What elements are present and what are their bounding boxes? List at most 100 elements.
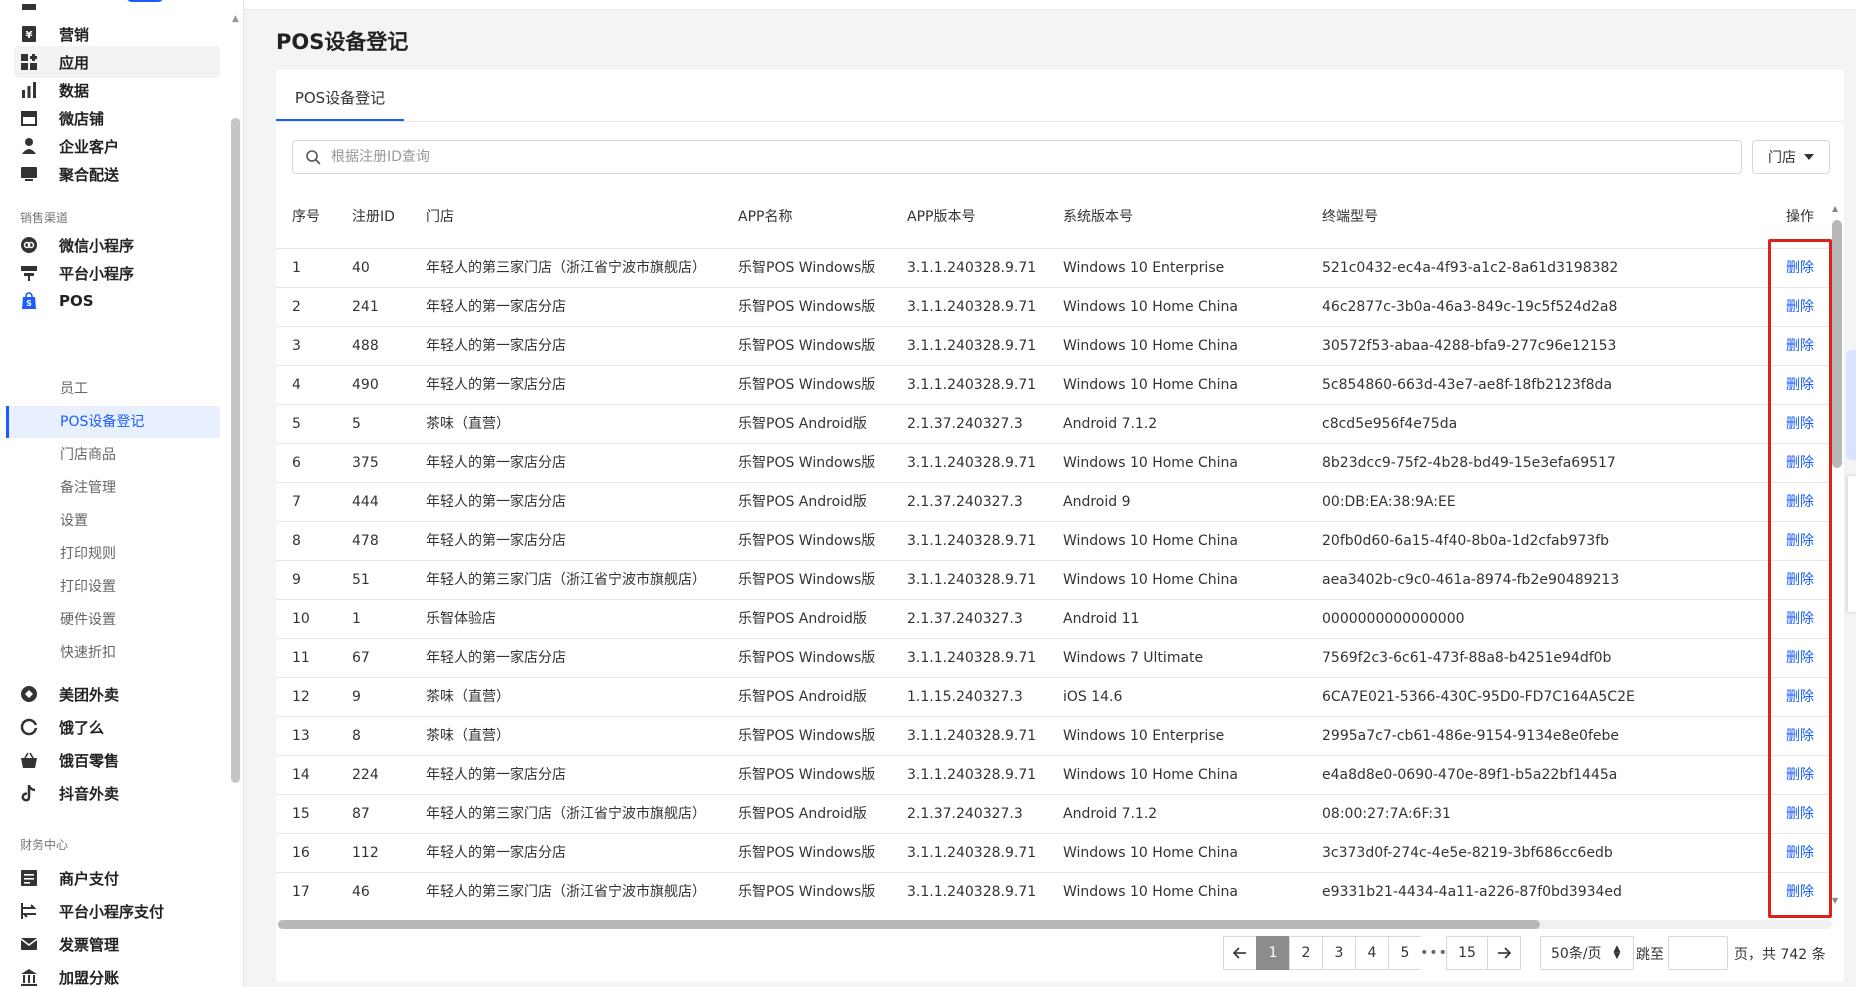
table-cell: 茶味（直营） [426,689,510,705]
data-chart-icon-wrap [18,79,40,101]
table-horizontal-scrollbar[interactable] [278,920,1540,929]
sidebar-subitem-5[interactable]: 打印规则 [60,539,116,569]
sidebar-subitem-8[interactable]: 快速折扣 [60,638,116,668]
arrow-left-icon [1232,947,1246,959]
table-cell: 20fb0d60-6a15-4f40-8b0a-1d2cfab973fb [1322,533,1610,549]
page-button-4[interactable]: 4 [1355,936,1389,970]
sidebar-item-pos-bag[interactable]: S POS [18,285,218,317]
table-cell: 乐智POS Windows版 [738,650,876,666]
page-ellipsis[interactable]: ••• [1420,936,1447,970]
header-index: 序号 [292,209,320,225]
table-row: 1 40 年轻人的第三家门店（浙江省宁波市旗舰店） 乐智POS Windows版 3.1… [276,248,1832,287]
sidebar-scroll-up-icon[interactable]: ▲ [231,14,240,24]
page-title: POS设备登记 [276,30,409,54]
table-cell: 乐智POS Windows版 [738,728,876,744]
table-row: 8 478 年轻人的第一家店分店 乐智POS Windows版 3.1.1.240328… [276,521,1832,560]
table-cell: 4 [292,377,301,393]
table-cell: Windows 10 Enterprise [1063,260,1225,276]
table-cell: 224 [352,767,379,783]
pagination: 1 2 3 4 5 ••• 15 [1223,936,1521,970]
header-store: 门店 [426,209,454,225]
table-cell: 3.1.1.240328.9.71 [907,533,1037,549]
table-cell: 乐智POS Windows版 [738,767,876,783]
table-cell: e4a8d8e0-0690-470e-89f1-b5a22bf1445a [1322,767,1618,783]
table-cell: c8cd5e956f4e75da [1322,416,1458,432]
page-button-5[interactable]: 5 [1388,936,1422,970]
store-filter-select[interactable]: 门店 [1752,140,1830,174]
sidebar-subitem-3[interactable]: 备注管理 [60,473,116,503]
sidebar-item-ebai-basket[interactable]: 饿百零售 [18,744,218,776]
data-chart-icon [22,82,36,98]
table-scroll-up-icon[interactable]: ▲ [1832,204,1838,213]
table-cell: 茶味（直营） [426,416,510,432]
header-terminal-model: 终端型号 [1322,209,1378,225]
sidebar-scrollbar[interactable] [231,118,240,783]
sidebar-item-label: POS [59,292,94,310]
sidebar-item-delivery[interactable]: 聚合配送 [18,158,218,190]
table-scroll-down-icon[interactable]: ▼ [1832,896,1838,905]
table-cell: 521c0432-ec4a-4f93-a1c2-8a61d3198382 [1322,260,1619,276]
sidebar-item-invoice[interactable]: 发票管理 [18,928,218,960]
table-cell: 08:00:27:7A:6F:31 [1322,806,1451,822]
table-cell: 年轻人的第一家店分店 [426,455,566,471]
sidebar-item-label: 饿了么 [59,718,105,737]
table-cell: 5 [292,416,301,432]
meituan-icon [21,686,37,702]
sidebar-item-meituan[interactable]: 美团外卖 [18,678,218,710]
sidebar-item-platform-pay[interactable]: 平台小程序支付 [18,895,218,927]
tab-pos-device[interactable]: POS设备登记 [276,80,404,122]
sidebar-item-label: 加盟分账 [59,968,120,987]
table-cell: Windows 10 Home China [1063,845,1238,861]
sidebar-subitem-1[interactable]: POS设备登记 [60,407,144,437]
sidebar-item-partial[interactable] [18,0,218,20]
customer-icon-wrap [18,135,40,157]
sidebar: ▲ ¥ 营销 应用 数据 微店铺 企业客户 聚合配送 销售渠道 微信小程序 平台小程序 S POS 员工… [0,0,244,987]
table-cell: 87 [352,806,370,822]
jump-label: 跳至 [1636,947,1664,963]
sidebar-item-merchant-pay[interactable]: 商户支付 [18,862,218,894]
douyin-icon [21,785,36,802]
sidebar-item-eleme[interactable]: 饿了么 [18,711,218,743]
table-cell: Windows 10 Home China [1063,884,1238,900]
table-cell: Windows 7 Ultimate [1063,650,1204,666]
table-cell: 乐智POS Windows版 [738,572,876,588]
sidebar-item-douyin[interactable]: 抖音外卖 [18,777,218,809]
table-cell: 241 [352,299,379,315]
sidebar-subitem-2[interactable]: 门店商品 [60,440,116,470]
sidebar-subitem-6[interactable]: 打印设置 [60,572,116,602]
next-page-button[interactable] [1487,936,1521,970]
page-button-last[interactable]: 15 [1446,936,1488,970]
table-vertical-scrollbar[interactable] [1832,220,1842,468]
page-button-3[interactable]: 3 [1322,936,1356,970]
search-box[interactable] [292,140,1742,174]
sidebar-item-label: 微店铺 [59,109,105,128]
jump-page-input[interactable] [1668,936,1728,970]
eleme-icon-wrap [18,716,40,738]
table-cell: 乐智POS Windows版 [738,455,876,471]
sidebar-subitem-4[interactable]: 设置 [60,506,88,536]
table-cell: 年轻人的第三家门店（浙江省宁波市旗舰店） [426,572,706,588]
page-button-1[interactable]: 1 [1256,936,1290,970]
page-size-select[interactable]: 50条/页 ▲ ▼ [1540,936,1634,970]
prev-page-button[interactable] [1223,936,1257,970]
table-cell: 2.1.37.240327.3 [907,416,1023,432]
sidebar-item-franchise[interactable]: 加盟分账 [18,961,218,987]
table-cell: 年轻人的第三家门店（浙江省宁波市旗舰店） [426,806,706,822]
table-cell: 年轻人的第一家店分店 [426,494,566,510]
table-row: 11 67 年轻人的第一家店分店 乐智POS Windows版 3.1.1.240328… [276,638,1832,677]
table-cell: 年轻人的第一家店分店 [426,299,566,315]
table-cell: 15 [292,806,310,822]
header-register-id: 注册ID [352,209,395,225]
table-row: 4 490 年轻人的第一家店分店 乐智POS Windows版 3.1.1.240328… [276,365,1832,404]
page-button-2[interactable]: 2 [1289,936,1323,970]
table-cell: 488 [352,338,379,354]
sidebar-subitem-0[interactable]: 员工 [60,374,88,404]
table-cell: 8 [292,533,301,549]
sidebar-item-label: 微信小程序 [59,236,135,255]
search-input[interactable] [331,149,1711,165]
customer-icon [22,138,36,154]
floating-side-tab[interactable] [1846,350,1856,460]
header-app-version: APP版本号 [907,209,976,225]
table-row: 9 51 年轻人的第三家门店（浙江省宁波市旗舰店） 乐智POS Windows版 3.1… [276,560,1832,599]
sidebar-subitem-7[interactable]: 硬件设置 [60,605,116,635]
